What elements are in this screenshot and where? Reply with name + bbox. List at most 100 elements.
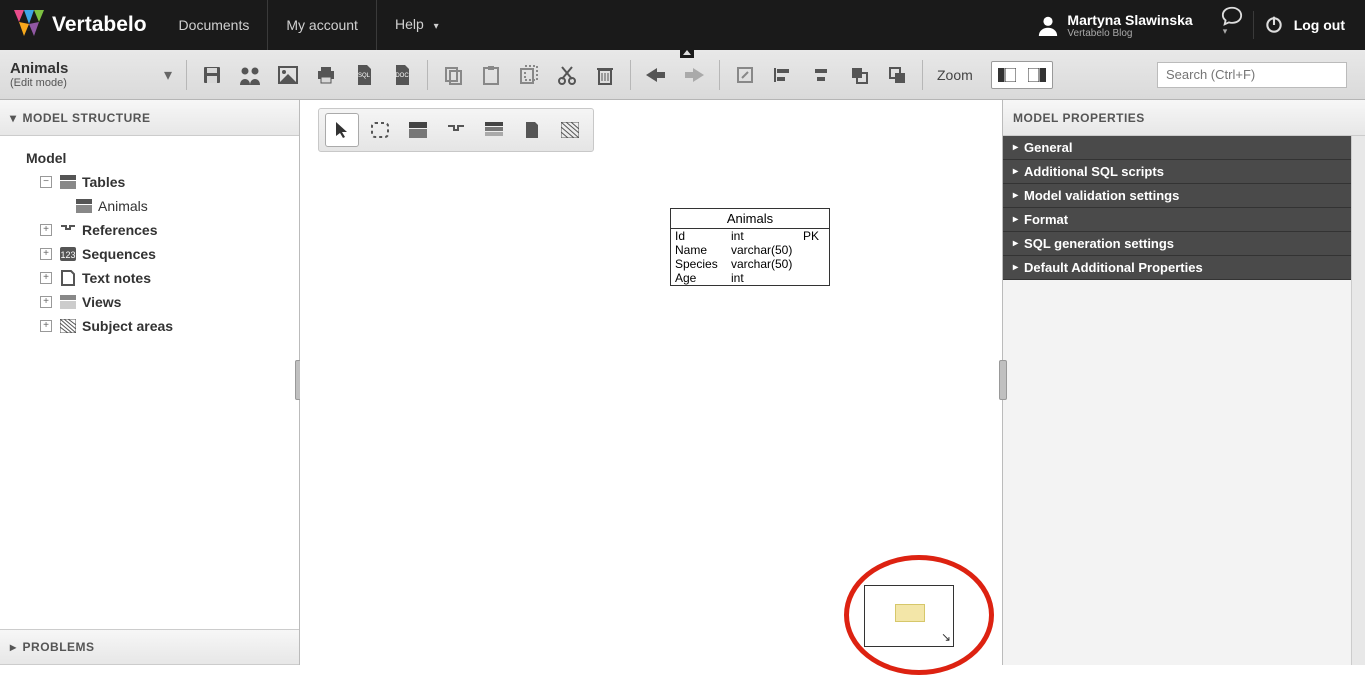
user-name: Martyna Slawinska <box>1067 12 1192 28</box>
print-button[interactable] <box>309 58 343 92</box>
chevron-right-icon: ▸ <box>1013 142 1018 153</box>
table-icon <box>76 198 92 214</box>
copy-button[interactable] <box>436 58 470 92</box>
chevron-down-icon: ▾ <box>1223 26 1228 36</box>
entity-animals[interactable]: Animals Id int PK Name varchar(50) Speci… <box>670 208 830 286</box>
align-left-button[interactable] <box>766 58 800 92</box>
model-structure-header[interactable]: ▾ MODEL STRUCTURE <box>0 100 299 136</box>
svg-text:DOC: DOC <box>395 73 409 79</box>
edit-tool-button[interactable] <box>728 58 762 92</box>
power-icon[interactable] <box>1264 15 1284 35</box>
nav-links: Documents My account Help ▾ <box>161 0 457 52</box>
document-mode: (Edit mode) <box>10 77 68 89</box>
model-properties-header[interactable]: MODEL PROPERTIES <box>1003 100 1365 136</box>
nav-my-account[interactable]: My account <box>268 0 377 50</box>
chevron-right-icon: ▸ <box>1013 190 1018 201</box>
svg-text:SQL: SQL <box>358 73 371 79</box>
reference-icon <box>60 222 76 238</box>
tree-root[interactable]: Model <box>6 146 293 170</box>
chevron-down-icon: ▾ <box>434 21 439 32</box>
bring-front-button[interactable] <box>842 58 876 92</box>
nav-documents[interactable]: Documents <box>161 0 269 50</box>
right-resize-handle[interactable] <box>999 360 1007 400</box>
document-selector[interactable]: Animals (Edit mode) ▾ <box>0 60 180 89</box>
new-reference-tool[interactable] <box>439 113 473 147</box>
expand-icon[interactable]: + <box>40 272 52 284</box>
accordion-default-props[interactable]: ▸Default Additional Properties <box>1003 256 1365 280</box>
svg-text:123: 123 <box>60 250 75 260</box>
doc-export-button[interactable]: DOC <box>385 58 419 92</box>
duplicate-button[interactable] <box>512 58 546 92</box>
tree-views[interactable]: + Views <box>6 290 293 314</box>
image-button[interactable] <box>271 58 305 92</box>
problems-header[interactable]: ▸ PROBLEMS <box>0 629 299 665</box>
send-back-button[interactable] <box>880 58 914 92</box>
expand-icon[interactable]: + <box>40 224 52 236</box>
accordion-sql-scripts[interactable]: ▸Additional SQL scripts <box>1003 160 1365 184</box>
sql-export-button[interactable]: SQL <box>347 58 381 92</box>
share-button[interactable] <box>233 58 267 92</box>
main-toolbar: Animals (Edit mode) ▾ SQL DOC Zoom <box>0 50 1365 100</box>
chevron-down-icon: ▾ <box>164 65 172 85</box>
collapse-top-icon[interactable] <box>680 48 694 58</box>
minimap[interactable]: ↘ <box>864 585 954 647</box>
entity-column-row: Name varchar(50) <box>671 243 829 257</box>
new-view-tool[interactable] <box>477 113 511 147</box>
sequence-icon: 123 <box>60 246 76 262</box>
chevron-down-icon: ▾ <box>10 111 17 125</box>
zoom-label: Zoom <box>937 67 973 83</box>
marquee-tool[interactable] <box>363 113 397 147</box>
user-block[interactable]: Martyna Slawinska Vertabelo Blog <box>1037 12 1192 39</box>
resize-arrow-icon[interactable]: ↘ <box>941 630 951 644</box>
chevron-right-icon: ▸ <box>1013 262 1018 273</box>
note-icon <box>60 270 76 286</box>
nav-help[interactable]: Help ▾ <box>377 0 457 52</box>
tree-tables[interactable]: − Tables <box>6 170 293 194</box>
top-navbar: Vertabelo Documents My account Help ▾ Ma… <box>0 0 1365 50</box>
search-input[interactable] <box>1157 62 1347 88</box>
collapse-icon[interactable]: − <box>40 176 52 188</box>
canvas[interactable]: Animals Id int PK Name varchar(50) Speci… <box>300 100 1002 665</box>
tool-palette <box>318 108 594 152</box>
view-split-right-button[interactable] <box>1022 62 1052 88</box>
accordion-validation[interactable]: ▸Model validation settings <box>1003 184 1365 208</box>
view-split-left-button[interactable] <box>992 62 1022 88</box>
expand-icon[interactable]: + <box>40 248 52 260</box>
chevron-right-icon: ▸ <box>1013 166 1018 177</box>
new-area-tool[interactable] <box>553 113 587 147</box>
accordion-sql-gen[interactable]: ▸SQL generation settings <box>1003 232 1365 256</box>
accordion-general[interactable]: ▸General <box>1003 136 1365 160</box>
pointer-tool[interactable] <box>325 113 359 147</box>
tree-subjectareas[interactable]: + Subject areas <box>6 314 293 338</box>
accordion-format[interactable]: ▸Format <box>1003 208 1365 232</box>
chevron-right-icon: ▸ <box>1013 238 1018 249</box>
new-note-tool[interactable] <box>515 113 549 147</box>
align-center-button[interactable] <box>804 58 838 92</box>
paste-button[interactable] <box>474 58 508 92</box>
right-scrollbar[interactable] <box>1351 136 1365 665</box>
save-button[interactable] <box>195 58 229 92</box>
tree-references[interactable]: + References <box>6 218 293 242</box>
chat-icon[interactable]: ▾ <box>1221 5 1243 45</box>
logout-link[interactable]: Log out <box>1294 17 1345 33</box>
tree-sequences[interactable]: + 123 Sequences <box>6 242 293 266</box>
redo-button[interactable] <box>677 58 711 92</box>
entity-column-row: Id int PK <box>671 229 829 243</box>
tree-animals[interactable]: Animals <box>6 194 293 218</box>
app-logo[interactable]: Vertabelo <box>0 10 161 40</box>
entity-title: Animals <box>671 209 829 229</box>
area-icon <box>60 318 76 334</box>
entity-column-row: Species varchar(50) <box>671 257 829 271</box>
expand-icon[interactable]: + <box>40 296 52 308</box>
delete-button[interactable] <box>588 58 622 92</box>
left-panel: ▾ MODEL STRUCTURE Model − Tables Animals… <box>0 100 300 665</box>
expand-icon[interactable]: + <box>40 320 52 332</box>
new-table-tool[interactable] <box>401 113 435 147</box>
tree-textnotes[interactable]: + Text notes <box>6 266 293 290</box>
document-title: Animals <box>10 60 68 77</box>
undo-button[interactable] <box>639 58 673 92</box>
search-box <box>1157 62 1347 88</box>
minimap-viewport <box>895 604 925 622</box>
cut-button[interactable] <box>550 58 584 92</box>
logo-icon <box>14 10 44 40</box>
